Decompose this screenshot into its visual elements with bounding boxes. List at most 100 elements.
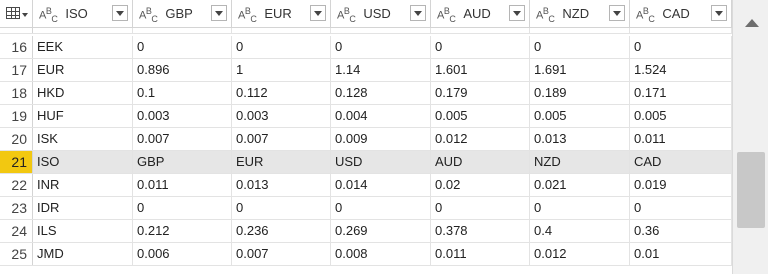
- table-cell[interactable]: 0.378: [431, 220, 530, 242]
- table-cell[interactable]: INR: [33, 174, 133, 196]
- table-cell[interactable]: 0: [331, 197, 431, 219]
- table-cell[interactable]: HKD: [33, 82, 133, 104]
- table-row[interactable]: 16 EEK 0 0 0 0 0 0: [0, 36, 732, 59]
- table-cell[interactable]: NZD: [530, 151, 630, 173]
- table-cell[interactable]: 0.007: [232, 243, 331, 265]
- table-cell[interactable]: 0.009: [331, 128, 431, 150]
- table-cell[interactable]: 0.007: [232, 128, 331, 150]
- table-cell[interactable]: IDR: [33, 197, 133, 219]
- table-cell[interactable]: 0.4: [530, 220, 630, 242]
- text-type-icon[interactable]: ABC: [39, 6, 58, 24]
- table-cell[interactable]: 0: [431, 36, 530, 58]
- text-type-icon[interactable]: ABC: [437, 6, 456, 24]
- table-cell[interactable]: JMD: [33, 243, 133, 265]
- table-cell[interactable]: EUR: [33, 59, 133, 81]
- table-cell[interactable]: 0.019: [630, 174, 732, 196]
- table-row[interactable]: 23 IDR 0 0 0 0 0 0: [0, 197, 732, 220]
- table-cell[interactable]: 0.011: [630, 128, 732, 150]
- column-filter-dropdown[interactable]: [211, 5, 227, 21]
- table-cell[interactable]: 0: [530, 197, 630, 219]
- table-cell[interactable]: ILS: [33, 220, 133, 242]
- row-number[interactable]: 23: [0, 197, 33, 219]
- table-row[interactable]: 22 INR 0.011 0.013 0.014 0.02 0.021 0.019: [0, 174, 732, 197]
- row-number[interactable]: 18: [0, 82, 33, 104]
- table-cell[interactable]: 0.007: [133, 128, 232, 150]
- table-cell[interactable]: 0.014: [331, 174, 431, 196]
- table-cell[interactable]: 0.006: [133, 243, 232, 265]
- table-cell[interactable]: 0: [630, 197, 732, 219]
- text-type-icon[interactable]: ABC: [636, 6, 655, 24]
- table-cell[interactable]: 0.236: [232, 220, 331, 242]
- row-number[interactable]: 16: [0, 36, 33, 58]
- table-cell[interactable]: USD: [331, 151, 431, 173]
- table-cell[interactable]: 0.171: [630, 82, 732, 104]
- table-cell[interactable]: 0.013: [530, 128, 630, 150]
- table-cell[interactable]: 0.1: [133, 82, 232, 104]
- table-row[interactable]: 21 ISO GBP EUR USD AUD NZD CAD: [0, 151, 732, 174]
- table-cell[interactable]: 0.269: [331, 220, 431, 242]
- table-cell[interactable]: 0.36: [630, 220, 732, 242]
- table-cell[interactable]: 0: [133, 197, 232, 219]
- table-cell[interactable]: 0: [331, 36, 431, 58]
- column-header-iso[interactable]: ABC ISO: [33, 0, 133, 28]
- table-cell[interactable]: EEK: [33, 36, 133, 58]
- table-cell[interactable]: 1.601: [431, 59, 530, 81]
- column-header-aud[interactable]: ABC AUD: [431, 0, 530, 28]
- table-cell[interactable]: AUD: [431, 151, 530, 173]
- table-row[interactable]: 24 ILS 0.212 0.236 0.269 0.378 0.4 0.36: [0, 220, 732, 243]
- text-type-icon[interactable]: ABC: [238, 6, 257, 24]
- table-cell[interactable]: 0.003: [133, 105, 232, 127]
- column-filter-dropdown[interactable]: [310, 5, 326, 21]
- column-filter-dropdown[interactable]: [711, 5, 727, 21]
- column-header-nzd[interactable]: ABC NZD: [530, 0, 630, 28]
- column-header-eur[interactable]: ABC EUR: [232, 0, 331, 28]
- table-cell[interactable]: 0.179: [431, 82, 530, 104]
- row-number[interactable]: 20: [0, 128, 33, 150]
- table-cell[interactable]: 0.02: [431, 174, 530, 196]
- table-cell[interactable]: 1.14: [331, 59, 431, 81]
- table-cell[interactable]: 0.012: [431, 128, 530, 150]
- table-cell[interactable]: 1.524: [630, 59, 732, 81]
- table-cell[interactable]: 0: [232, 36, 331, 58]
- row-number[interactable]: 22: [0, 174, 33, 196]
- table-cell[interactable]: 0.011: [133, 174, 232, 196]
- table-cell[interactable]: 0: [530, 36, 630, 58]
- table-cell[interactable]: 1.691: [530, 59, 630, 81]
- column-filter-dropdown[interactable]: [112, 5, 128, 21]
- table-cell[interactable]: EUR: [232, 151, 331, 173]
- table-cell[interactable]: 0.01: [630, 243, 732, 265]
- table-cell[interactable]: 0.004: [331, 105, 431, 127]
- column-header-usd[interactable]: ABC USD: [331, 0, 431, 28]
- table-cell[interactable]: ISK: [33, 128, 133, 150]
- table-cell[interactable]: 0: [133, 36, 232, 58]
- table-cell[interactable]: 0.189: [530, 82, 630, 104]
- column-header-cad[interactable]: ABC CAD: [630, 0, 732, 28]
- table-cell[interactable]: 0.005: [431, 105, 530, 127]
- scrollbar-thumb[interactable]: [737, 152, 765, 228]
- table-row[interactable]: 17 EUR 0.896 1 1.14 1.601 1.691 1.524: [0, 59, 732, 82]
- table-menu-button[interactable]: [0, 0, 33, 28]
- row-number[interactable]: 21: [0, 151, 33, 173]
- text-type-icon[interactable]: ABC: [337, 6, 356, 24]
- table-cell[interactable]: 0.011: [431, 243, 530, 265]
- table-cell[interactable]: 0.112: [232, 82, 331, 104]
- table-cell[interactable]: GBP: [133, 151, 232, 173]
- table-row[interactable]: 25 JMD 0.006 0.007 0.008 0.011 0.012 0.01: [0, 243, 732, 266]
- column-filter-dropdown[interactable]: [410, 5, 426, 21]
- table-row[interactable]: 19 HUF 0.003 0.003 0.004 0.005 0.005 0.005: [0, 105, 732, 128]
- column-header-gbp[interactable]: ABC GBP: [133, 0, 232, 28]
- table-cell[interactable]: 0.212: [133, 220, 232, 242]
- table-row[interactable]: 20 ISK 0.007 0.007 0.009 0.012 0.013 0.011: [0, 128, 732, 151]
- table-cell[interactable]: ISO: [33, 151, 133, 173]
- text-type-icon[interactable]: ABC: [139, 6, 158, 24]
- table-cell[interactable]: 0.896: [133, 59, 232, 81]
- table-cell[interactable]: 0: [630, 36, 732, 58]
- column-filter-dropdown[interactable]: [509, 5, 525, 21]
- table-cell[interactable]: 1: [232, 59, 331, 81]
- vertical-scrollbar[interactable]: [732, 0, 768, 274]
- row-number[interactable]: 19: [0, 105, 33, 127]
- row-number[interactable]: 24: [0, 220, 33, 242]
- table-cell[interactable]: 0.012: [530, 243, 630, 265]
- table-cell[interactable]: 0.013: [232, 174, 331, 196]
- table-cell[interactable]: HUF: [33, 105, 133, 127]
